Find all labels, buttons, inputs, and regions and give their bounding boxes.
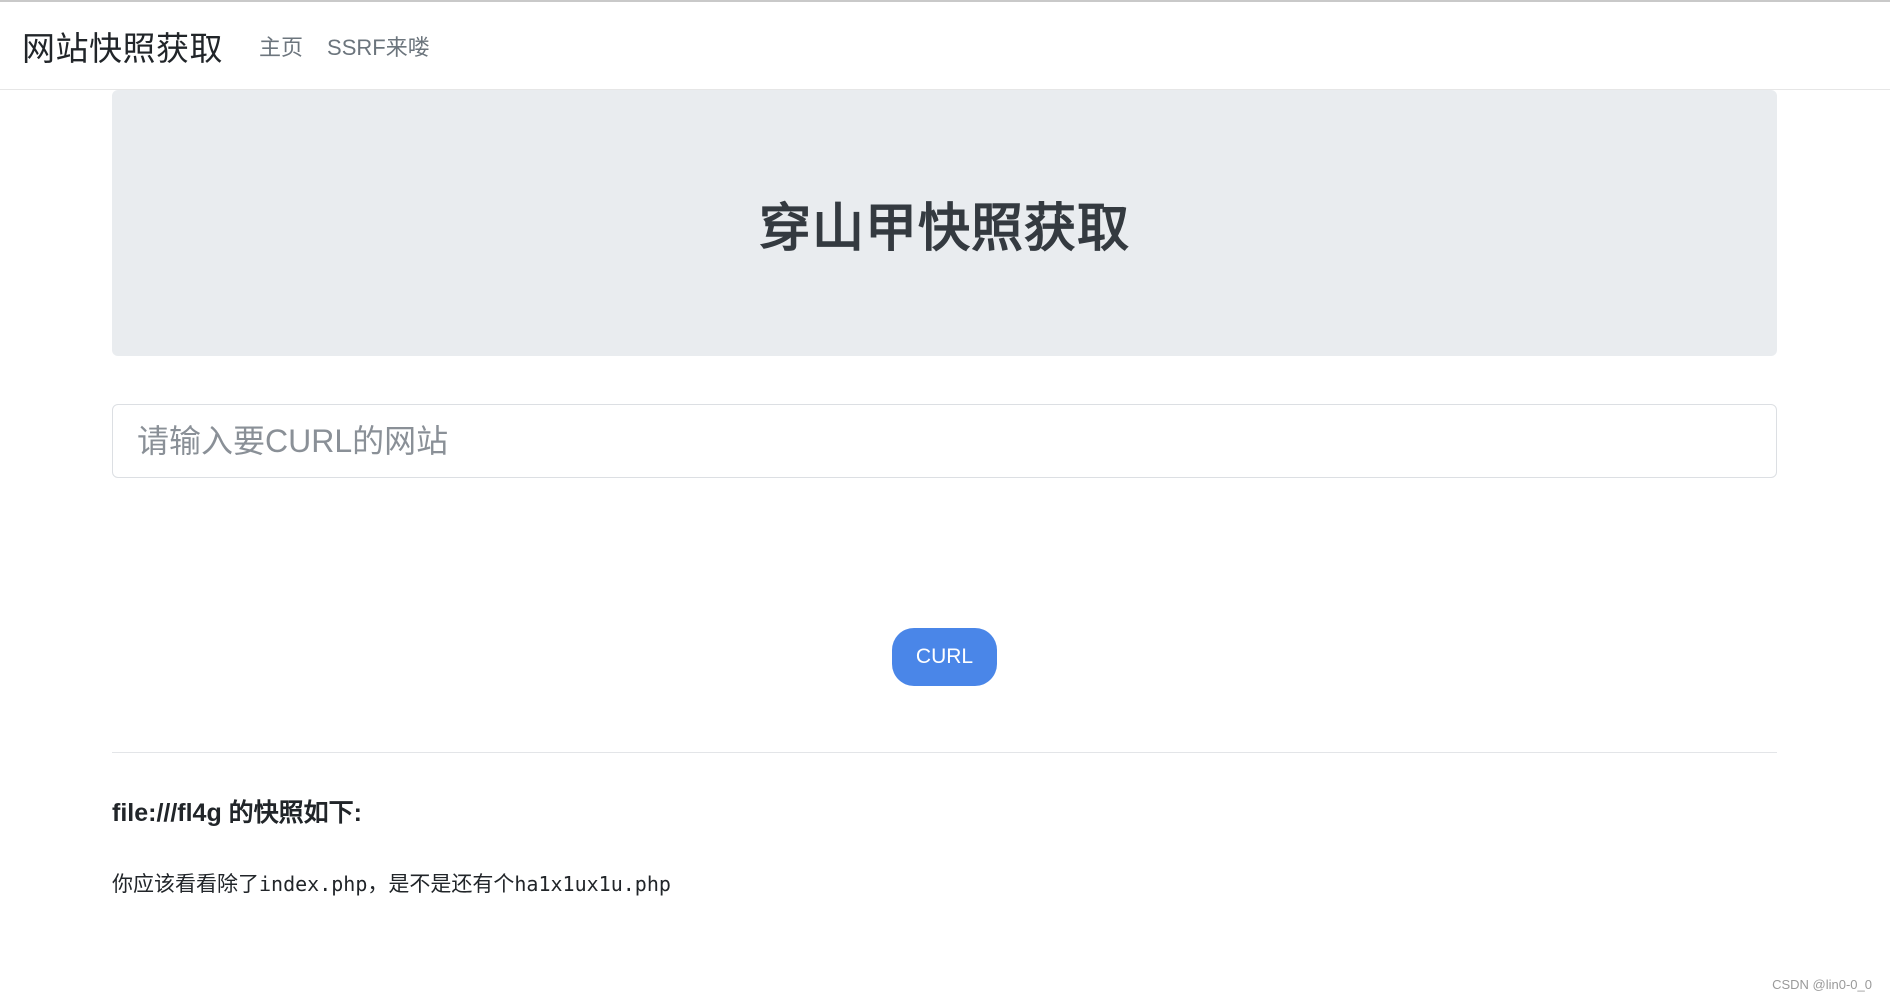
result-text-middle: ，是不是还有个 [367, 872, 515, 896]
navbar-brand[interactable]: 网站快照获取 [22, 22, 223, 70]
nav-link-home[interactable]: 主页 [259, 30, 303, 62]
curl-button[interactable]: CURL [892, 628, 997, 686]
hero-title: 穿山甲快照获取 [758, 199, 1130, 258]
nav-link-ssrf[interactable]: SSRF来喽 [327, 30, 430, 62]
result-file-hidden: ha1x1ux1u.php [514, 872, 671, 896]
divider [112, 752, 1777, 753]
watermark: CSDN @lin0-0_0 [1772, 977, 1872, 992]
result-file-index: index.php [259, 872, 368, 896]
result-text-prefix: 你应该看看除了 [112, 872, 259, 896]
result-body: 你应该看看除了index.php，是不是还有个ha1x1ux1u.php [112, 868, 671, 898]
hero-jumbotron: 穿山甲快照获取 [112, 90, 1777, 356]
url-input[interactable] [112, 404, 1777, 478]
navbar: 网站快照获取 主页 SSRF来喽 [0, 2, 1890, 90]
result-title: file:///fl4g 的快照如下: [112, 799, 363, 827]
